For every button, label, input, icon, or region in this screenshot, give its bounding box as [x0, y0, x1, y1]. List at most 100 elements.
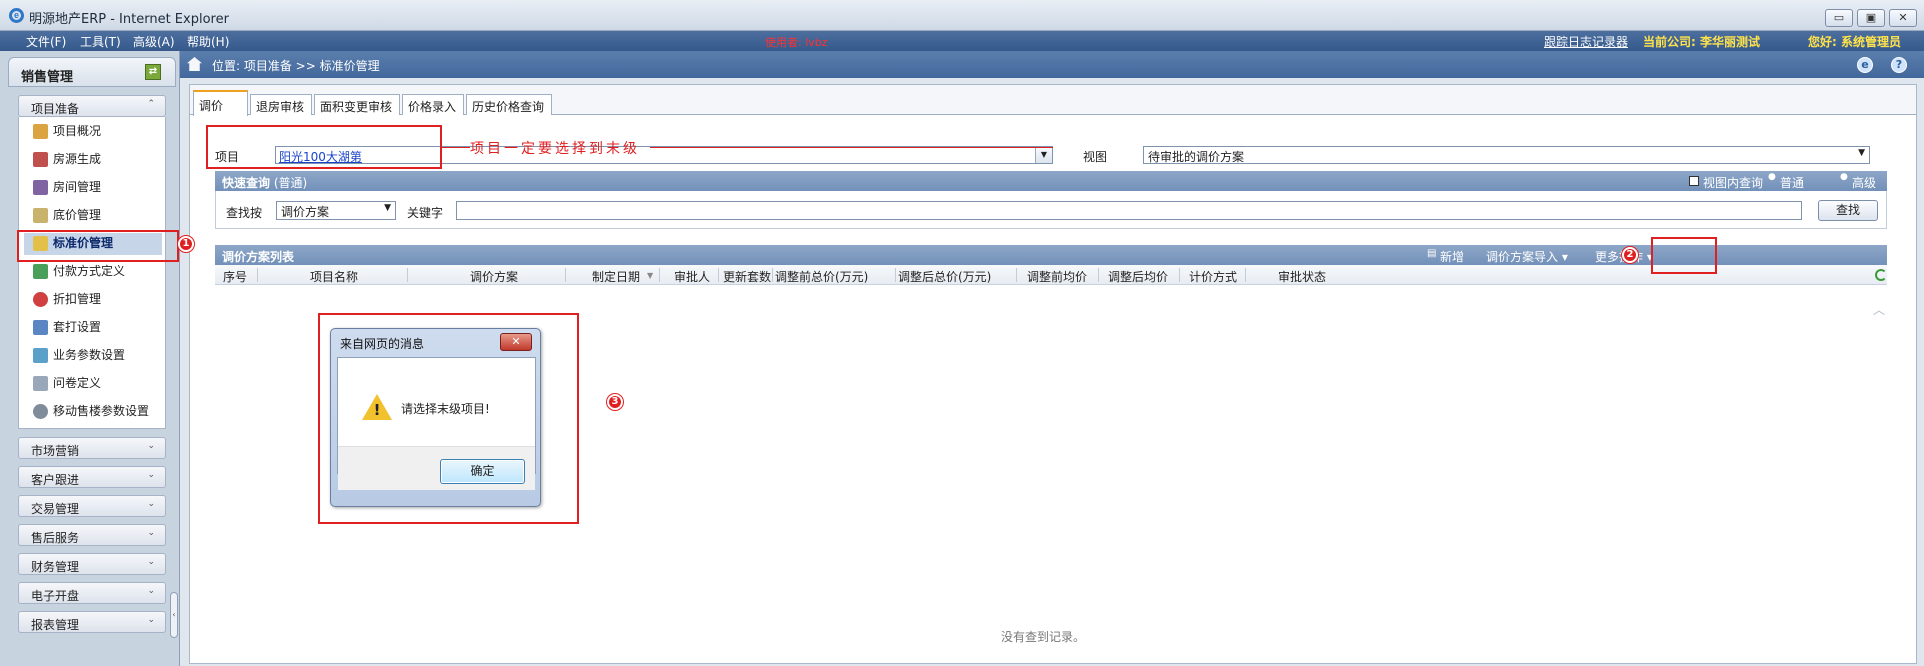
- col-pricing-method[interactable]: 计价方式: [1189, 268, 1237, 285]
- col-updated-count[interactable]: 更新套数: [723, 268, 771, 285]
- nav-item[interactable]: 付款方式定义: [33, 261, 125, 283]
- ok-button[interactable]: 确定: [440, 459, 525, 484]
- house-icon: [33, 152, 48, 167]
- table-header: 序号 项目名称 调价方案 制定日期 ▼ 审批人 更新套数 调整前总价(万元) 调…: [215, 265, 1887, 285]
- expand-arrow-icon: ⌄: [147, 586, 155, 596]
- quick-search-body: 查找按 调价方案 ▼ 关键字 查找: [215, 191, 1887, 229]
- sort-arrow-icon: ▼: [647, 271, 654, 280]
- home-icon[interactable]: [187, 57, 202, 71]
- quick-search-header: 快速查询 (普通) ✓ 视图内查询 ● 普通 ● 高级: [215, 171, 1887, 191]
- annotation-box-new: [1651, 237, 1717, 274]
- menu-file[interactable]: 文件(F): [26, 33, 66, 50]
- radio-advanced-label[interactable]: 高级: [1852, 174, 1876, 191]
- refresh-icon[interactable]: [1875, 269, 1887, 281]
- maximize-button[interactable]: ▣: [1857, 9, 1885, 27]
- window-titlebar: e 明源地产ERP - Internet Explorer ▭ ▣ ✕: [0, 0, 1924, 31]
- col-project-name[interactable]: 项目名称: [310, 268, 358, 285]
- payment-icon: [33, 264, 48, 279]
- nav-item[interactable]: 房间管理: [33, 177, 101, 199]
- annotation-badge-2: 2: [1622, 247, 1638, 263]
- params-icon: [33, 348, 48, 363]
- expand-arrow-icon: ⌄: [147, 528, 155, 538]
- in-view-checkbox[interactable]: ✓: [1689, 176, 1699, 186]
- trace-log-link[interactable]: 跟踪日志记录器: [1544, 33, 1628, 50]
- radio-normal-icon[interactable]: ●: [1768, 172, 1776, 182]
- nav-item[interactable]: 折扣管理: [33, 289, 101, 311]
- tab-strip: 调价 退房审核 面积变更审核 价格录入 历史价格查询: [190, 85, 1916, 116]
- tab-adjust-price[interactable]: 调价: [193, 90, 248, 116]
- col-plan[interactable]: 调价方案: [470, 268, 518, 285]
- nav-item[interactable]: 房源生成: [33, 149, 101, 171]
- nav-item[interactable]: 业务参数设置: [33, 345, 125, 367]
- tab-checkout-review[interactable]: 退房审核: [250, 94, 312, 115]
- group-item[interactable]: 客户跟进 ⌄: [18, 466, 166, 488]
- tab-area-change-review[interactable]: 面积变更审核: [314, 94, 400, 115]
- annotation-line: [442, 147, 470, 148]
- group-item[interactable]: 市场营销 ⌄: [18, 437, 166, 459]
- col-index[interactable]: 序号: [223, 268, 247, 285]
- discount-icon: [33, 292, 48, 307]
- sidebar-collapse-handle[interactable]: ‹: [170, 592, 178, 638]
- gear-icon: [33, 404, 48, 419]
- radio-normal-label[interactable]: 普通: [1780, 174, 1804, 191]
- new-button[interactable]: 新增: [1440, 248, 1464, 265]
- nav-item[interactable]: 问卷定义: [33, 373, 101, 395]
- chevron-down-icon[interactable]: ▼: [1035, 147, 1052, 163]
- nav-item[interactable]: 移动售楼参数设置: [33, 401, 149, 423]
- group-project-prep[interactable]: 项目准备 ⌃: [18, 95, 166, 117]
- col-date[interactable]: 制定日期: [592, 268, 640, 285]
- group-item[interactable]: 报表管理 ⌄: [18, 611, 166, 633]
- col-total-after[interactable]: 调整后总价(万元): [898, 268, 991, 285]
- col-approver[interactable]: 审批人: [674, 268, 710, 285]
- find-by-label: 查找按: [226, 206, 263, 220]
- expand-arrow-icon: ⌄: [147, 615, 155, 625]
- dialog-close-button[interactable]: ✕: [500, 333, 532, 351]
- col-avg-before[interactable]: 调整前均价: [1027, 268, 1087, 285]
- dialog-title: 来自网页的消息: [340, 337, 425, 351]
- message-dialog: 来自网页的消息 ✕ ! 请选择末级项目! 确定: [330, 328, 541, 507]
- keyword-input[interactable]: [456, 201, 1802, 220]
- annotation-text: 项目一定要选择到末级: [470, 141, 640, 157]
- menu-advanced[interactable]: 高级(A): [133, 33, 175, 50]
- price-icon: [33, 208, 48, 223]
- help-icon[interactable]: ?: [1891, 57, 1907, 73]
- switch-module-icon[interactable]: ⇄: [145, 64, 161, 80]
- expand-arrow-icon: ⌄: [147, 499, 155, 509]
- greeting: 您好: 系统管理员: [1808, 35, 1901, 49]
- print-icon: [33, 320, 48, 335]
- window-title: 明源地产ERP - Internet Explorer: [29, 12, 229, 27]
- col-approval-status[interactable]: 审批状态: [1278, 268, 1326, 285]
- breadcrumb-bar: 位置: 项目准备 >> 标准价管理 e ?: [180, 51, 1924, 78]
- group-item[interactable]: 电子开盘 ⌄: [18, 582, 166, 604]
- scroll-up-icon[interactable]: ︿: [1873, 301, 1885, 318]
- col-total-before[interactable]: 调整前总价(万元): [775, 268, 868, 285]
- annotation-badge-1: 1: [178, 236, 194, 252]
- expand-arrow-icon: ⌄: [147, 557, 155, 567]
- tab-price-history[interactable]: 历史价格查询: [466, 94, 552, 115]
- radio-advanced-icon[interactable]: ●: [1840, 172, 1848, 182]
- menu-tools[interactable]: 工具(T): [80, 33, 121, 50]
- breadcrumb: 位置: 项目准备 >> 标准价管理: [212, 59, 380, 73]
- close-window-button[interactable]: ✕: [1889, 9, 1917, 27]
- new-doc-icon[interactable]: ▤: [1427, 248, 1436, 259]
- nav-item[interactable]: 项目概况: [33, 121, 101, 143]
- menu-help[interactable]: 帮助(H): [187, 33, 229, 50]
- current-user: 使用者: lvbz: [765, 36, 828, 49]
- group-item[interactable]: 财务管理 ⌄: [18, 553, 166, 575]
- refresh-page-icon[interactable]: e: [1857, 57, 1873, 73]
- find-by-select[interactable]: 调价方案 ▼: [276, 201, 396, 220]
- group-item[interactable]: 交易管理 ⌄: [18, 495, 166, 517]
- empty-message: 没有查到记录。: [1001, 630, 1086, 644]
- menu-bar: 文件(F) 工具(T) 高级(A) 帮助(H) 使用者: lvbz 跟踪日志记录…: [0, 31, 1924, 51]
- module-title: 销售管理 ⇄: [8, 57, 176, 87]
- tab-price-entry[interactable]: 价格录入: [402, 94, 464, 115]
- group-item[interactable]: 售后服务 ⌄: [18, 524, 166, 546]
- room-icon: [33, 180, 48, 195]
- import-button[interactable]: 调价方案导入 ▾: [1486, 248, 1568, 265]
- col-avg-after[interactable]: 调整后均价: [1108, 268, 1168, 285]
- view-select[interactable]: 待审批的调价方案 ▼: [1143, 146, 1870, 164]
- search-button[interactable]: 查找: [1818, 200, 1878, 221]
- minimize-button[interactable]: ▭: [1825, 9, 1853, 27]
- nav-item[interactable]: 套打设置: [33, 317, 101, 339]
- nav-item[interactable]: 底价管理: [33, 205, 101, 227]
